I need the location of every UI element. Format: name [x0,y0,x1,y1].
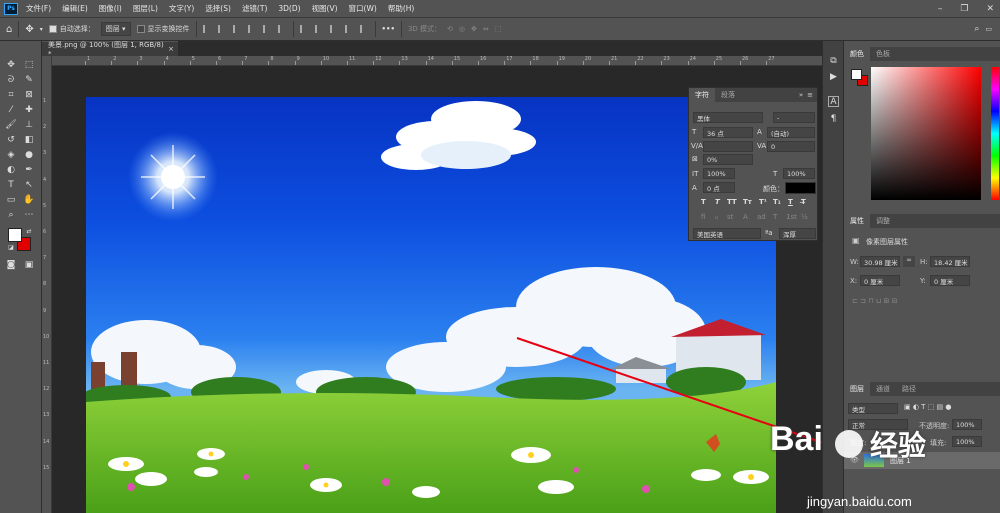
paragraph-panel-icon[interactable]: ¶ [828,113,839,124]
tab-color[interactable]: 颜色 [844,47,870,61]
x-label: X: [850,277,858,285]
watermark-brand: Bai [770,420,823,458]
layer-filter-icons[interactable]: ▣ ◐ T ⬚ ▤ ● [904,403,951,411]
tab-swatches[interactable]: 色板 [870,47,896,61]
y-field[interactable]: 0 厘米 [930,275,970,286]
baidu-jingyan-watermark: Bai 经验 jingyan.baidu.com [745,420,1000,513]
watermark-brand-suffix: 经验 [870,429,927,462]
x-value: 0 厘米 [864,277,884,286]
actions-play-icon[interactable]: ▶ [828,71,839,82]
watermark-url: jingyan.baidu.com [807,494,912,509]
layer-kind-filter[interactable]: 类型 [848,403,898,414]
width-value: 30.98 厘米 [864,258,898,267]
tab-layers[interactable]: 图层 [844,382,870,396]
properties-panel-tabs: 属性 调整 [844,214,1000,228]
height-field[interactable]: 18.42 厘米 [930,256,970,267]
height-label: H: [920,258,928,266]
color-picker-field[interactable] [871,67,981,200]
height-value: 18.42 厘米 [934,258,968,267]
paw-logo-icon [835,430,863,458]
foreground-color-swatch[interactable] [8,228,22,242]
layer-kind-value: 类型 [852,405,865,414]
tab-paths[interactable]: 路径 [896,382,922,396]
align-icons-row[interactable]: ⊏ ⊐ ⊓ ⊔ ⊞ ⊟ [852,297,898,305]
layers-panel-tabs: 图层 通道 路径 [844,382,1000,396]
tab-channels[interactable]: 通道 [870,382,896,396]
history-icon[interactable]: ⧉ [828,55,839,66]
y-value: 0 厘米 [934,277,954,286]
color-panel-foreground-swatch[interactable] [851,69,862,80]
tab-adjustments[interactable]: 调整 [870,214,896,228]
link-icon[interactable]: ∞ [903,256,915,267]
y-label: Y: [920,277,926,285]
color-panel-tabs: 颜色 色板 [844,47,1000,61]
width-field[interactable]: 30.98 厘米 [860,256,900,267]
hue-slider[interactable] [991,67,999,200]
character-panel-icon[interactable]: A [828,96,839,107]
tab-properties[interactable]: 属性 [844,214,870,228]
width-label: W: [850,258,859,266]
properties-title: 像素图层属性 [866,238,908,246]
pixel-layer-icon: ▣ [852,236,860,245]
x-field[interactable]: 0 厘米 [860,275,900,286]
